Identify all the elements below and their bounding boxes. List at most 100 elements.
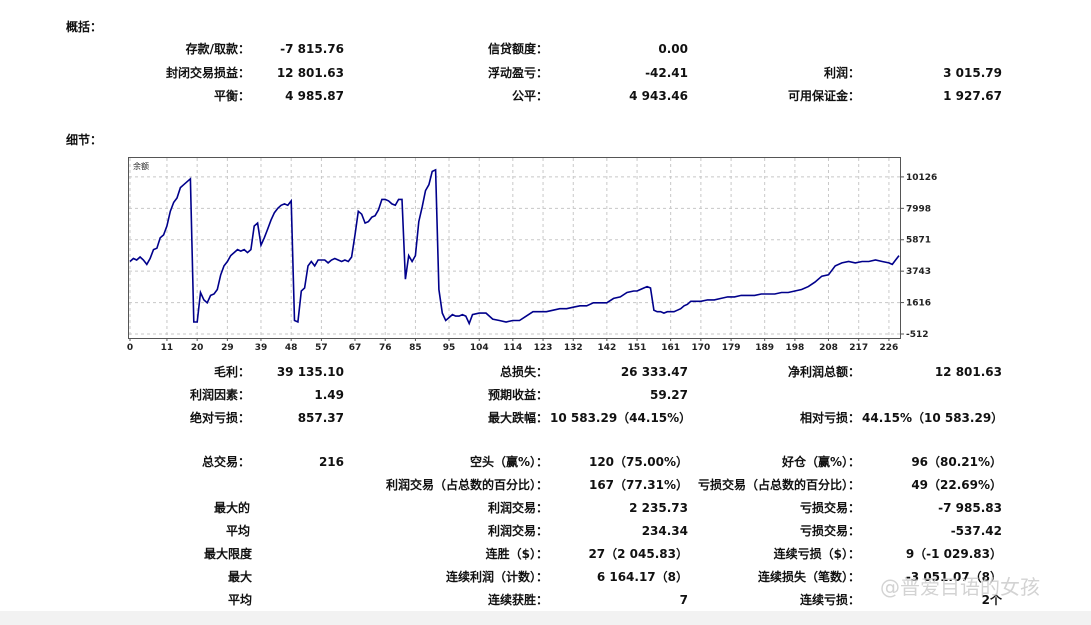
avg-loss-label: 亏损交易： <box>799 524 860 538</box>
credit-label: 信贷额度： <box>487 42 548 56</box>
gross-profit-value: 39 135.10 <box>276 365 344 379</box>
x-tick-label: 39 <box>255 343 268 353</box>
expected-payoff-value: 59.27 <box>650 388 688 402</box>
x-tick-label: 198 <box>786 343 805 353</box>
y-tick-label: 5871 <box>906 236 931 246</box>
balance-label: 平衡： <box>213 89 250 103</box>
consec-losses-money-label: 连续亏损（$）： <box>773 547 860 561</box>
consec-wins-money-value: 27（2 045.83） <box>588 547 688 561</box>
x-tick-label: 114 <box>503 343 522 353</box>
x-tick-label: 48 <box>285 343 298 353</box>
y-tick-label: 1616 <box>906 299 931 309</box>
balance-chart: 余额 <box>128 157 901 339</box>
avg-consec-losses-label: 连续亏损： <box>799 593 860 607</box>
x-tick-label: 189 <box>755 343 774 353</box>
expected-payoff-label: 预期收益： <box>487 388 548 402</box>
x-tick-label: 123 <box>534 343 553 353</box>
largest-profit-value: 2 235.73 <box>629 501 688 515</box>
balance-value: 4 985.87 <box>285 89 344 103</box>
long-won-label: 好仓（赢%）： <box>781 455 860 469</box>
x-tick-label: 67 <box>349 343 362 353</box>
net-profit-label: 净利润总额： <box>787 365 860 379</box>
x-tick-label: 29 <box>221 343 234 353</box>
avg-profit-value: 234.34 <box>641 524 688 538</box>
details-title: 细节： <box>66 133 103 147</box>
x-tick-label: 76 <box>379 343 392 353</box>
equity-label: 公平： <box>511 89 548 103</box>
y-tick-label: 7998 <box>906 204 931 214</box>
total-trades-value: 216 <box>318 455 344 469</box>
rel-drawdown-label: 相对亏损： <box>799 411 860 425</box>
profit-factor-label: 利润因素： <box>189 388 250 402</box>
consec-losses-money-value: 9（-1 029.83） <box>905 547 1002 561</box>
x-tick-label: 132 <box>564 343 583 353</box>
avg-profit-label: 利润交易： <box>487 524 548 538</box>
x-tick-label: 226 <box>880 343 899 353</box>
largest-loss-value: -7 985.83 <box>938 501 1002 515</box>
average-label: 平均 <box>225 524 250 538</box>
y-tick-label: 10126 <box>906 173 937 183</box>
x-tick-label: 217 <box>849 343 868 353</box>
x-tick-label: 11 <box>161 343 174 353</box>
long-won-value: 96（80.21%） <box>911 455 1002 469</box>
balance-chart-svg: 余额 <box>129 158 900 338</box>
summary-title: 概括： <box>66 20 103 34</box>
x-tick-label: 95 <box>443 343 456 353</box>
net-profit-value: 12 801.63 <box>934 365 1002 379</box>
x-tick-label: 20 <box>191 343 204 353</box>
gross-loss-value: 26 333.47 <box>620 365 688 379</box>
floating-pl-value: -42.41 <box>645 66 688 80</box>
max-limit-label: 最大限度 <box>203 547 252 561</box>
short-won-label: 空头（赢%）： <box>469 455 548 469</box>
abs-drawdown-value: 857.37 <box>297 411 344 425</box>
deposit-value: -7 815.76 <box>280 42 344 56</box>
profit-factor-value: 1.49 <box>314 388 344 402</box>
max-drawdown-label: 最大跌幅： <box>487 411 548 425</box>
closed-pl-value: 12 801.63 <box>276 66 344 80</box>
profit-value: 3 015.79 <box>943 66 1002 80</box>
total-trades-label: 总交易： <box>201 455 250 469</box>
balance-line <box>129 168 900 326</box>
y-tick-label: -512 <box>906 330 929 340</box>
consec-wins-money-label: 连胜（$）： <box>485 547 548 561</box>
average2-label: 平均 <box>227 593 252 607</box>
x-tick-label: 57 <box>315 343 328 353</box>
equity-value: 4 943.46 <box>629 89 688 103</box>
profit-trades-value: 167（77.31%） <box>588 478 688 492</box>
loss-trades-label: 亏损交易（占总数的百分比）： <box>697 478 860 492</box>
x-tick-label: 170 <box>691 343 710 353</box>
closed-pl-label: 封闭交易损益： <box>165 66 250 80</box>
largest-loss-label: 亏损交易： <box>799 501 860 515</box>
free-margin-value: 1 927.67 <box>943 89 1002 103</box>
largest-profit-label: 利润交易： <box>487 501 548 515</box>
avg-consec-wins-value: 7 <box>679 593 688 607</box>
x-tick-label: 142 <box>597 343 616 353</box>
loss-trades-value: 49（22.69%） <box>911 478 1002 492</box>
deposit-label: 存款/取款： <box>185 42 250 56</box>
avg-loss-value: -537.42 <box>950 524 1002 538</box>
floating-pl-label: 浮动盈亏： <box>487 66 548 80</box>
gross-loss-label: 总损失： <box>499 365 548 379</box>
max-drawdown-value: 10 583.29（44.15%） <box>550 411 692 425</box>
consec-profit-count-label: 连续利润（计数）： <box>445 570 548 584</box>
watermark: @普爱目语的女孩 <box>880 575 1040 599</box>
chart-title: 余额 <box>133 161 149 171</box>
rel-drawdown-value: 44.15%（10 583.29） <box>862 411 1004 425</box>
free-margin-label: 可用保证金： <box>787 89 860 103</box>
consec-loss-count-label: 连续损失（笔数）： <box>757 570 860 584</box>
maximal-label: 最大 <box>227 570 252 584</box>
largest-label: 最大的 <box>213 501 250 515</box>
consec-profit-count-value: 6 164.17（8） <box>596 570 688 584</box>
gross-profit-label: 毛利： <box>213 365 250 379</box>
x-tick-label: 161 <box>661 343 680 353</box>
abs-drawdown-label: 绝对亏损： <box>189 411 250 425</box>
profit-label: 利润： <box>823 66 860 80</box>
x-tick-label: 208 <box>819 343 838 353</box>
short-won-value: 120（75.00%） <box>588 455 688 469</box>
avg-consec-wins-label: 连续获胜： <box>487 593 548 607</box>
profit-trades-label: 利润交易（占总数的百分比）： <box>385 478 548 492</box>
x-tick-label: 0 <box>127 343 133 353</box>
x-tick-label: 151 <box>628 343 647 353</box>
x-tick-label: 85 <box>409 343 422 353</box>
x-tick-label: 104 <box>470 343 489 353</box>
